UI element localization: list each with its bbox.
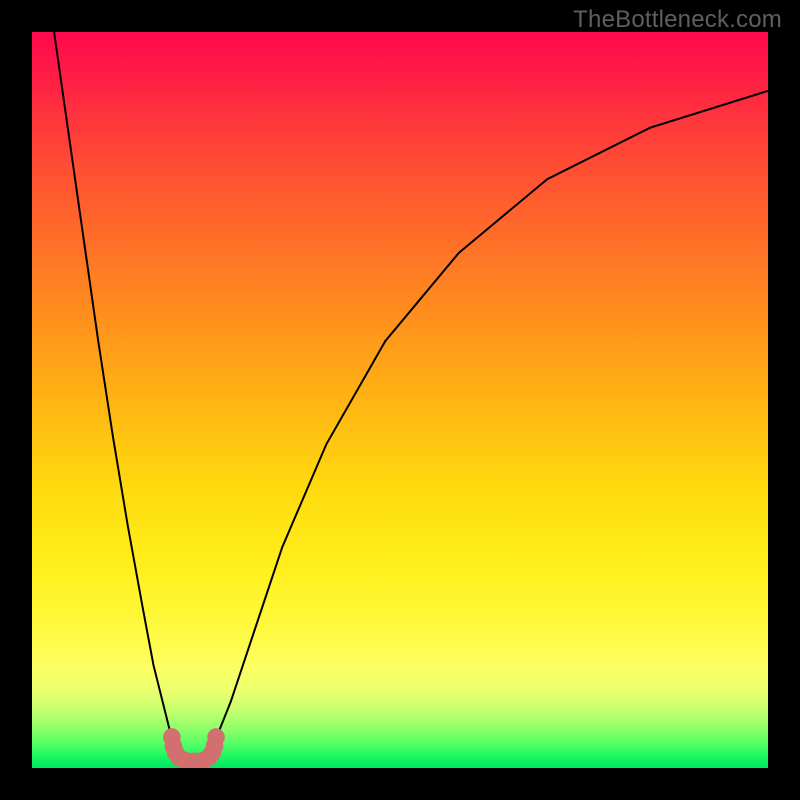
valley-dots-group [163,728,225,768]
valley-dot [207,728,225,746]
chart-frame: TheBottleneck.com [0,0,800,800]
valley-dots [32,32,768,768]
chart-plot-area [32,32,768,768]
watermark-text: TheBottleneck.com [573,6,782,34]
